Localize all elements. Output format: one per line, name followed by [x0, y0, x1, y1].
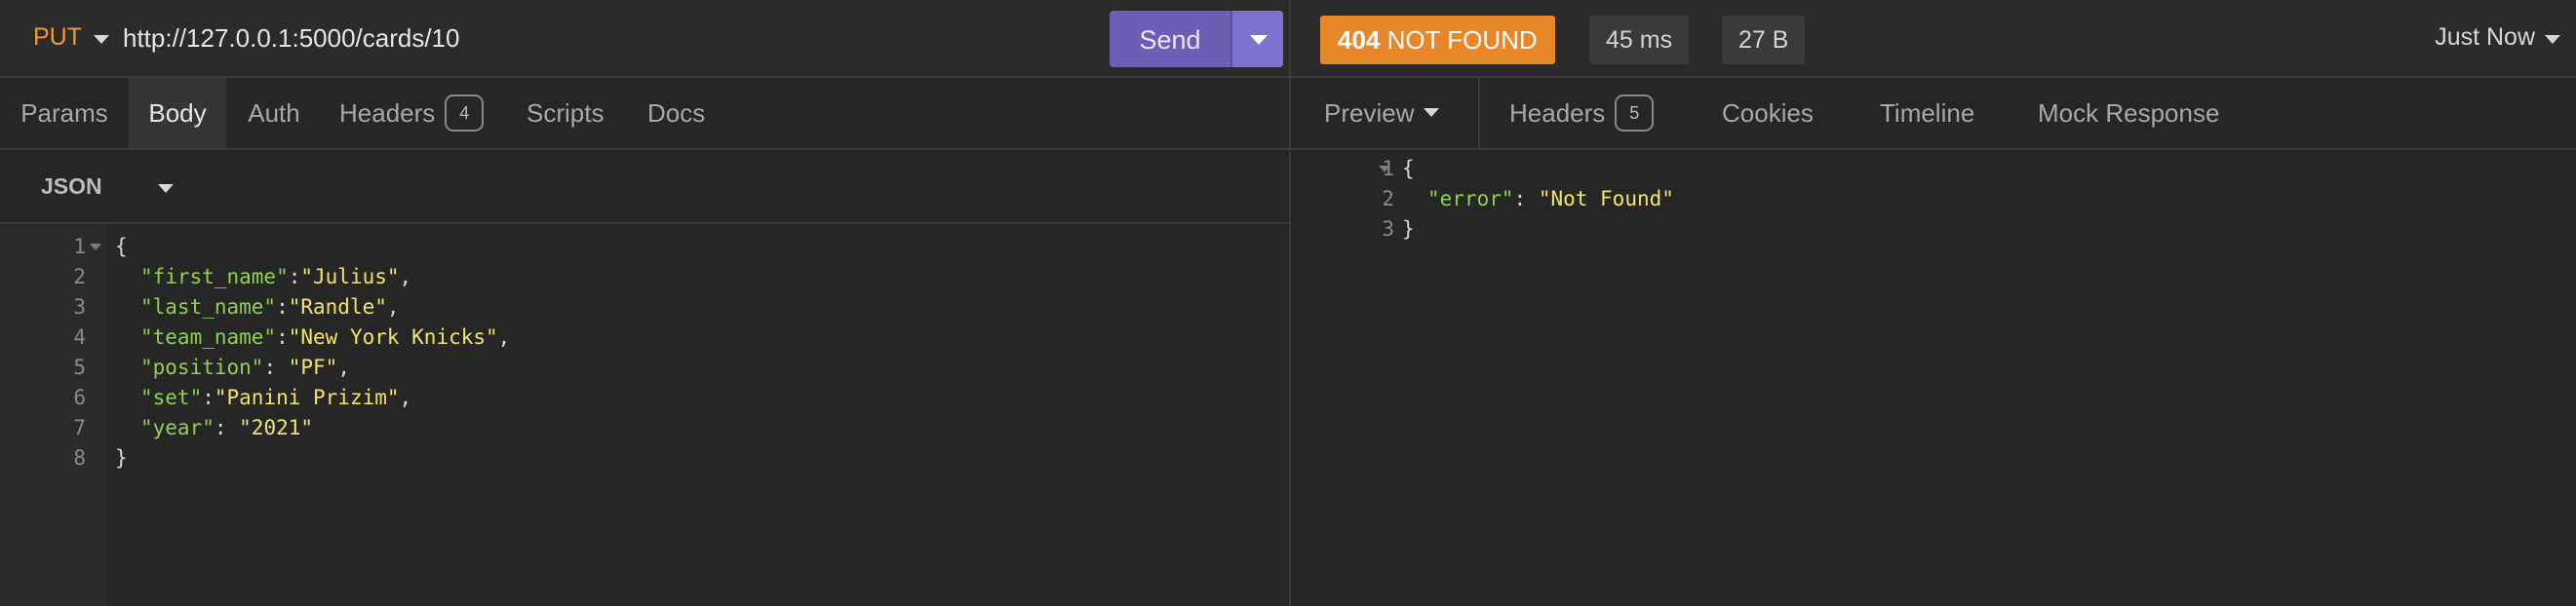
line-number: 3: [73, 295, 86, 319]
json-value: "Julius": [300, 265, 400, 288]
chevron-down-icon[interactable]: [2545, 35, 2560, 44]
fold-arrow-icon[interactable]: [90, 244, 101, 250]
tab-label: Docs: [647, 98, 706, 128]
status-text: NOT FOUND: [1386, 25, 1538, 55]
send-button-group: Send: [1110, 11, 1283, 67]
line-number: 2: [73, 265, 86, 288]
body-type-bar: JSON: [0, 150, 1289, 224]
json-key: "error": [1427, 187, 1514, 210]
code-line: "team_name":"New York Knicks",: [140, 325, 511, 349]
tab-timeline[interactable]: Timeline: [1880, 78, 1974, 148]
status-code: 404: [1338, 25, 1381, 55]
headers-count-badge: 4: [445, 95, 485, 133]
headers-count-badge: 5: [1615, 95, 1655, 133]
tab-headers[interactable]: Headers 4: [339, 78, 485, 148]
tab-params[interactable]: Params: [0, 78, 129, 148]
response-status-bar: 404 NOT FOUND 45 ms 27 B Just Now: [1291, 0, 2576, 78]
json-key: "first_name": [140, 265, 289, 288]
method-selector[interactable]: PUT: [33, 23, 82, 52]
line-number: 8: [73, 446, 86, 470]
tab-label: Auth: [248, 98, 300, 128]
tab-docs[interactable]: Docs: [647, 78, 705, 148]
code-line: {: [115, 235, 128, 258]
tab-label: Headers: [1509, 98, 1606, 128]
tab-label: Timeline: [1880, 98, 1975, 128]
request-body-editor[interactable]: 1 {2 "first_name":"Julius", 3 "last_name":"R…: [0, 224, 1289, 606]
json-key: "last_name": [140, 295, 277, 319]
json-key: "position": [140, 356, 264, 379]
json-value: "Randle": [288, 295, 387, 319]
tab-body[interactable]: Body: [129, 78, 226, 148]
tab-label: Headers: [339, 98, 436, 128]
code-line: "last_name":"Randle",: [140, 295, 400, 319]
code-line: "position": "PF",: [140, 356, 350, 379]
chevron-down-icon[interactable]: [158, 184, 174, 193]
json-value: "2021": [239, 416, 314, 439]
tab-label: Cookies: [1722, 98, 1814, 128]
tab-preview[interactable]: Preview: [1291, 78, 1480, 148]
url-bar: PUT http://127.0.0.1:5000/cards/10 Send: [0, 0, 1289, 78]
request-pane: PUT http://127.0.0.1:5000/cards/10 Send …: [0, 0, 1291, 606]
request-tabs: Params Body Auth Headers 4 Scripts Docs: [0, 78, 1289, 150]
line-number: 2: [1382, 187, 1394, 210]
tab-label: Body: [148, 98, 207, 128]
code-line: "first_name":"Julius",: [140, 265, 412, 288]
history-selector[interactable]: Just Now: [2435, 23, 2535, 52]
json-value: "New York Knicks": [288, 325, 498, 349]
response-pane: 404 NOT FOUND 45 ms 27 B Just Now Previe…: [1291, 0, 2576, 606]
response-size-badge: 27 B: [1722, 16, 1806, 64]
code-line: }: [1402, 217, 1415, 241]
tab-label: Preview: [1324, 98, 1415, 128]
json-value: "Not Found": [1538, 187, 1674, 210]
chevron-down-icon: [1424, 108, 1439, 117]
tab-label: Scripts: [527, 98, 605, 128]
code-line: "set":"Panini Prizim",: [140, 386, 412, 409]
json-value: "Panini Prizim": [214, 386, 400, 409]
tab-auth[interactable]: Auth: [226, 78, 322, 148]
code-line: "error": "Not Found": [1427, 187, 1674, 210]
send-options-button[interactable]: [1230, 11, 1283, 67]
line-number: 3: [1382, 217, 1394, 241]
json-value: "PF": [288, 356, 338, 379]
send-button[interactable]: Send: [1110, 25, 1230, 56]
response-body-viewer[interactable]: 1{2 "error": "Not Found" 3}: [1291, 150, 2576, 606]
tab-scripts[interactable]: Scripts: [527, 78, 604, 148]
line-number: 6: [73, 386, 86, 409]
line-number: 1: [73, 235, 86, 258]
json-key: "team_name": [140, 325, 277, 349]
body-type-selector[interactable]: JSON: [41, 173, 102, 200]
tab-label: Params: [20, 98, 108, 128]
url-input[interactable]: http://127.0.0.1:5000/cards/10: [123, 23, 459, 54]
tab-cookies[interactable]: Cookies: [1722, 78, 1814, 148]
json-key: "set": [140, 386, 203, 409]
code-line: "year": "2021": [140, 416, 314, 439]
tab-response-headers[interactable]: Headers 5: [1509, 78, 1655, 148]
json-key: "year": [140, 416, 215, 439]
line-number: 5: [73, 356, 86, 379]
fold-arrow-icon[interactable]: [1379, 166, 1390, 172]
chevron-down-icon: [1250, 35, 1268, 45]
status-badge: 404 NOT FOUND: [1320, 16, 1555, 64]
response-tabs: Preview Headers 5 Cookies Timeline Mock R…: [1291, 78, 2576, 150]
code-line: {: [1402, 157, 1415, 180]
line-number: 7: [73, 416, 86, 439]
tab-mock-response[interactable]: Mock Response: [2038, 78, 2219, 148]
line-number: 4: [73, 325, 86, 349]
tab-label: Mock Response: [2038, 98, 2220, 128]
chevron-down-icon[interactable]: [94, 35, 109, 44]
code-line: }: [115, 446, 128, 470]
response-time-badge: 45 ms: [1589, 16, 1690, 64]
